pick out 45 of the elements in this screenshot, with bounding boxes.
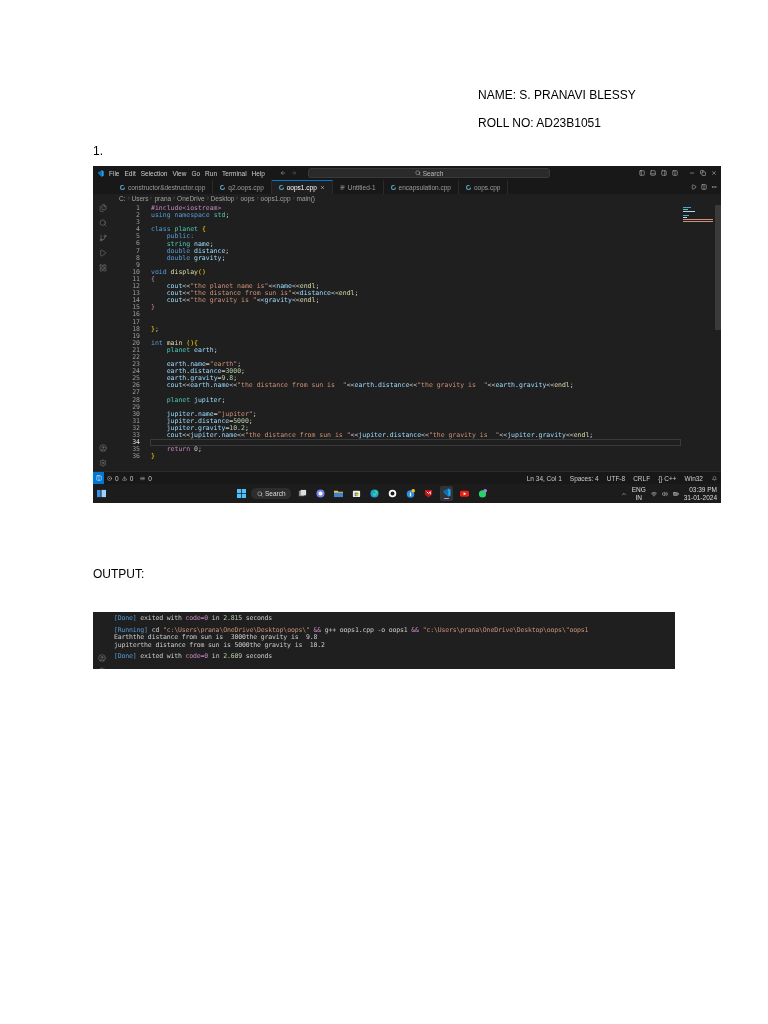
remote-icon [95,475,102,481]
cpp-file-icon [466,185,471,190]
extensions-icon[interactable] [99,264,107,272]
student-name: NAME: S. PRANAVI BLESSY [478,88,636,103]
widgets-icon[interactable] [97,489,106,498]
error-icon [107,475,112,481]
cpp-file-icon [390,185,396,190]
active-indicator-icon [444,497,450,500]
wifi-icon[interactable] [650,490,657,497]
split-editor-icon[interactable] [701,184,707,190]
cpp-file-icon [278,185,284,190]
taskbar-app[interactable] [440,486,454,501]
minimap-drawing [683,207,713,222]
search-icon [257,490,263,497]
code-editor-icon[interactable] [442,487,452,497]
search-icon [414,170,421,176]
ports-icon [140,475,146,481]
cpp-file-icon [120,185,125,190]
run-icon[interactable] [691,184,697,190]
tray-overflow-icon[interactable] [620,490,627,497]
battery-icon[interactable] [672,490,679,497]
cpp-file-icon [220,185,226,190]
search-icon[interactable] [99,219,107,227]
sidebar-toggle-icon[interactable] [639,170,645,176]
close-tab-icon[interactable] [319,185,325,190]
back-icon[interactable] [279,170,286,176]
more-icon[interactable] [711,184,717,190]
text-file-icon [339,185,345,190]
question-number: 1. [93,144,103,159]
close-icon[interactable] [711,170,717,176]
secondary-sidebar-icon[interactable] [661,170,667,176]
panel-toggle-icon[interactable] [650,170,656,176]
account-icon[interactable] [99,444,107,452]
output-heading: OUTPUT: [93,567,145,582]
start-icon[interactable] [237,489,247,498]
layout-icon[interactable] [672,170,678,176]
volume-icon[interactable] [661,490,668,497]
account-icon[interactable] [98,654,106,662]
warning-icon [121,475,127,481]
roll-number: ROLL NO: AD23B1051 [478,116,602,131]
scrollbar[interactable] [715,205,721,330]
source-control-icon[interactable] [99,234,107,242]
app-logo-icon [97,169,104,177]
notification-icon[interactable] [712,475,717,481]
restore-icon[interactable] [700,170,706,176]
